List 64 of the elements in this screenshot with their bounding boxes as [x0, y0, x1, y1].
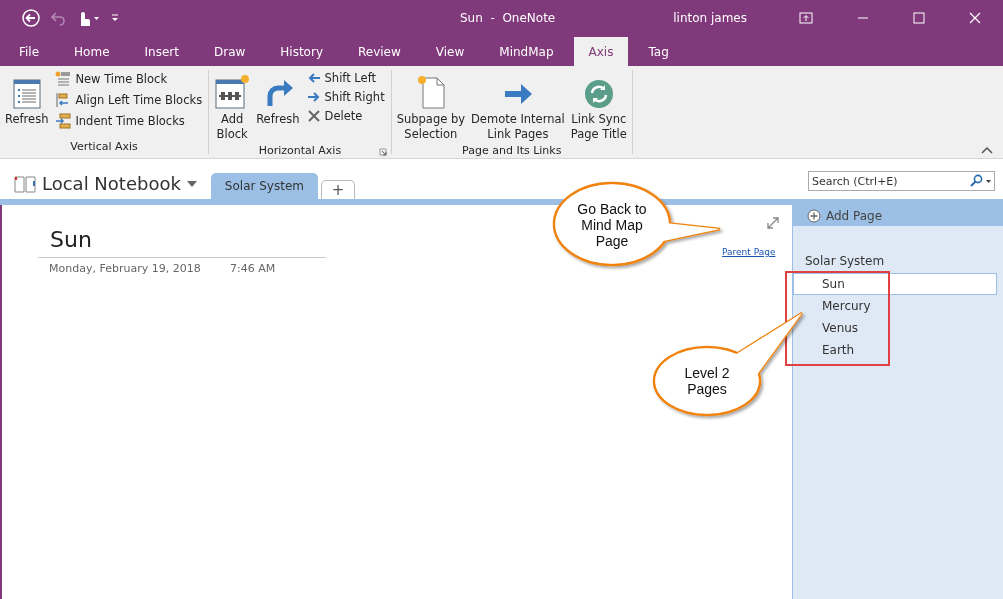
- menu-tab[interactable]: Insert: [129, 37, 194, 66]
- notebook-icon: [14, 174, 36, 193]
- menu-tab[interactable]: Home: [59, 37, 125, 66]
- maximize-icon: [913, 11, 925, 24]
- new-section-tab[interactable]: +: [321, 180, 355, 199]
- page-list-item[interactable]: Venus: [793, 317, 997, 339]
- collapse-icon: [981, 146, 993, 154]
- list-icon: [10, 78, 43, 110]
- left-arrow-icon: [306, 71, 321, 85]
- menu-tab[interactable]: Draw: [198, 37, 261, 66]
- page-list-item[interactable]: Earth: [793, 339, 997, 361]
- ribbon-button[interactable]: Delete: [304, 108, 387, 124]
- page-time: 7:46 AM: [230, 262, 276, 275]
- page-list-item[interactable]: Mercury: [793, 295, 997, 317]
- ribbon-button[interactable]: Add Block: [211, 70, 254, 144]
- close-icon: [969, 11, 981, 24]
- back-icon: [22, 8, 40, 27]
- menu-tab[interactable]: Review: [343, 37, 416, 66]
- delete-icon: [306, 109, 321, 123]
- right-arrow-icon: [306, 90, 321, 104]
- menu-tab[interactable]: File: [4, 37, 55, 66]
- menu-tab[interactable]: History: [265, 37, 338, 66]
- group-label: Horizontal Axis: [258, 144, 342, 158]
- display-options-icon: [799, 11, 813, 24]
- search-icon: [969, 174, 993, 188]
- ribbon-button[interactable]: Indent Time Blocks: [53, 112, 205, 130]
- indent-icon: [55, 113, 72, 129]
- ribbon-button[interactable]: Align Left Time Blocks: [53, 91, 205, 109]
- dialog-launcher-icon: [378, 148, 387, 156]
- sync-icon: [582, 78, 615, 110]
- callout-text: Go Back to Mind Map Page: [576, 201, 648, 249]
- undo-icon: [50, 9, 66, 26]
- ribbon-button[interactable]: Link Sync Page Title: [567, 70, 630, 144]
- page-title: Sun: [50, 227, 92, 252]
- window-title: Sun - OneNote: [459, 10, 557, 25]
- group-label: Vertical Axis: [69, 140, 139, 154]
- ribbon-button[interactable]: Subpage by Selection: [393, 70, 468, 144]
- new-block-icon: [55, 71, 72, 87]
- section-tab[interactable]: Solar System: [210, 173, 318, 199]
- add-page-button[interactable]: Add Page: [793, 205, 1003, 226]
- ribbon-button[interactable]: Refresh: [2, 70, 52, 140]
- ribbon-button[interactable]: New Time Block: [53, 70, 205, 88]
- ribbon-button[interactable]: Shift Right: [304, 89, 387, 105]
- ribbon-button[interactable]: Refresh: [253, 70, 303, 144]
- add-icon: [807, 208, 821, 223]
- add-block-icon: [214, 74, 251, 110]
- parent-page-link[interactable]: Parent Page: [722, 247, 776, 257]
- user-name[interactable]: linton james: [673, 10, 747, 25]
- section-heading: Solar System: [804, 253, 886, 270]
- menu-tab[interactable]: MindMap: [484, 37, 569, 66]
- ribbon-button[interactable]: Demote Internal Link Pages: [468, 70, 568, 144]
- page-date: Monday, February 19, 2018: [49, 262, 201, 275]
- menu-tab[interactable]: View: [420, 37, 480, 66]
- group-label: Page and Its Links: [461, 144, 563, 158]
- notebook-dropdown[interactable]: Local Notebook: [14, 173, 197, 194]
- expand-icon: [767, 217, 779, 229]
- page-list-item[interactable]: Sun: [793, 273, 997, 295]
- menu-tab[interactable]: Tag: [633, 37, 684, 66]
- customize-icon: [110, 11, 120, 24]
- callout-text: Level 2 Pages: [683, 365, 731, 397]
- dropdown-arrow-icon: [186, 180, 197, 187]
- ribbon-button[interactable]: Shift Left: [304, 70, 387, 86]
- search-field[interactable]: Search (Ctrl+E): [808, 171, 995, 191]
- menu-tab[interactable]: Axis: [573, 37, 629, 66]
